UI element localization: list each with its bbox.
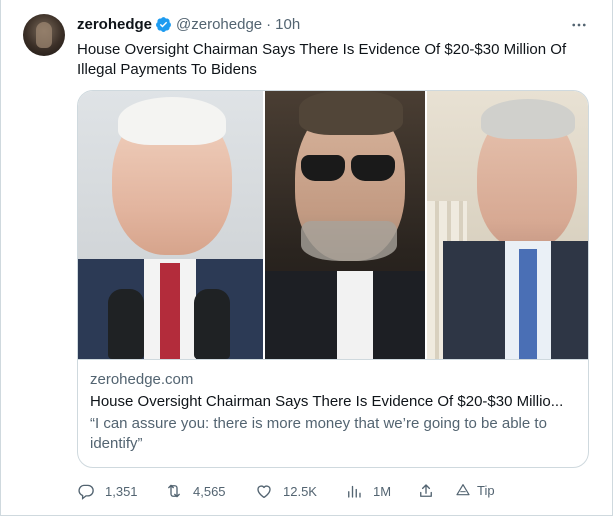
link-card[interactable]: zerohedge.com House Oversight Chairman S… bbox=[77, 90, 589, 468]
share-icon bbox=[420, 484, 432, 497]
card-image bbox=[78, 91, 588, 359]
author-handle[interactable]: @zerohedge bbox=[176, 16, 262, 33]
views-button[interactable]: 1M bbox=[345, 482, 391, 500]
reply-count: 1,351 bbox=[105, 483, 138, 499]
share-button[interactable] bbox=[417, 482, 435, 500]
avatar[interactable] bbox=[23, 14, 65, 56]
tip-label: Tip bbox=[477, 482, 495, 498]
verified-badge-icon bbox=[156, 17, 171, 32]
tweet-text: House Oversight Chairman Says There Is E… bbox=[77, 41, 567, 78]
card-image-panel-2 bbox=[265, 91, 425, 359]
like-button[interactable]: 12.5K bbox=[255, 482, 317, 500]
like-count: 12.5K bbox=[283, 483, 317, 499]
card-description: “I can assure you: there is more money t… bbox=[90, 415, 547, 452]
like-icon bbox=[257, 485, 271, 499]
card-image-panel-1 bbox=[78, 91, 263, 359]
card-image-panel-3 bbox=[427, 91, 588, 359]
author-name[interactable]: zerohedge bbox=[77, 16, 152, 33]
tip-icon bbox=[456, 484, 470, 496]
tweet-actions: 1,351 4,565 12.5K 1M Tip bbox=[77, 482, 517, 502]
card-info: zerohedge.com House Oversight Chairman S… bbox=[78, 359, 588, 454]
card-domain: zerohedge.com bbox=[90, 371, 194, 388]
tip-button[interactable]: Tip bbox=[455, 482, 495, 498]
reply-button[interactable]: 1,351 bbox=[77, 482, 138, 500]
more-icon[interactable] bbox=[568, 14, 590, 36]
separator-dot: · bbox=[266, 16, 272, 33]
views-count: 1M bbox=[373, 483, 392, 499]
reply-icon bbox=[78, 484, 94, 500]
tweet-header: zerohedge @zerohedge · 10h bbox=[77, 16, 300, 33]
retweet-icon bbox=[168, 484, 180, 498]
retweet-count: 4,565 bbox=[193, 483, 226, 499]
tweet-timestamp[interactable]: 10h bbox=[275, 16, 300, 33]
views-icon bbox=[348, 485, 361, 498]
tweet-container: zerohedge @zerohedge · 10h House Oversig… bbox=[0, 0, 613, 516]
card-title: House Oversight Chairman Says There Is E… bbox=[90, 393, 564, 410]
retweet-button[interactable]: 4,565 bbox=[165, 482, 226, 500]
